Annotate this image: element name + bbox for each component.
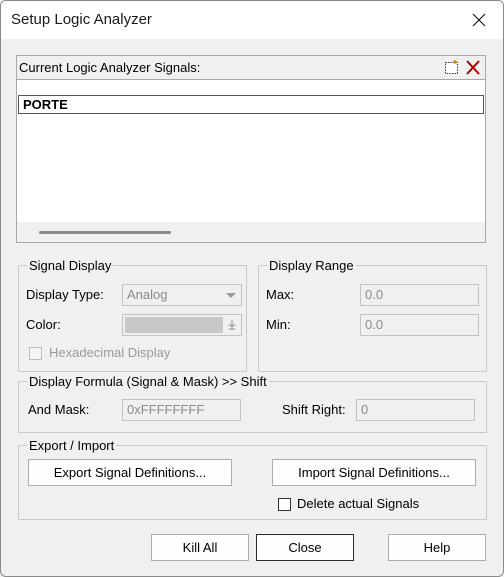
new-signal-icon: [445, 60, 458, 74]
delete-actual-signals-label: Delete actual Signals: [297, 496, 420, 511]
signal-name: PORTE: [23, 97, 68, 112]
color-swatch: [125, 317, 223, 333]
display-type-label: Display Type:: [26, 287, 104, 302]
color-picker[interactable]: [122, 314, 242, 336]
color-label: Color:: [26, 317, 61, 332]
signals-scrollbar-thumb[interactable]: [39, 231, 171, 234]
kill-all-label: Kill All: [182, 540, 218, 555]
title-bar: Setup Logic Analyzer: [1, 1, 503, 39]
chevron-down-icon: [226, 293, 236, 298]
max-input[interactable]: 0.0: [360, 284, 479, 306]
export-button-label: Export Signal Definitions...: [53, 465, 207, 480]
max-value: 0.0: [365, 287, 384, 302]
window-title: Setup Logic Analyzer: [11, 11, 152, 28]
close-label: Close: [288, 540, 322, 555]
max-label: Max:: [266, 287, 295, 302]
and-mask-input[interactable]: 0xFFFFFFFF: [122, 399, 241, 421]
display-formula-legend: Display Formula (Signal & Mask) >> Shift: [27, 374, 269, 389]
min-value: 0.0: [365, 317, 384, 332]
close-window-button[interactable]: [463, 5, 495, 35]
min-input[interactable]: 0.0: [360, 314, 479, 336]
and-mask-label: And Mask:: [28, 402, 90, 417]
shift-right-input[interactable]: 0: [356, 399, 475, 421]
delete-signal-button[interactable]: [464, 59, 482, 76]
min-label: Min:: [266, 317, 291, 332]
and-mask-value: 0xFFFFFFFF: [127, 402, 205, 417]
export-signal-definitions-button[interactable]: Export Signal Definitions...: [28, 459, 232, 486]
signals-panel: Current Logic Analyzer Signals: PORTE: [16, 55, 486, 243]
signals-header-label: Current Logic Analyzer Signals:: [19, 60, 201, 75]
setup-logic-analyzer-dialog: Setup Logic Analyzer Current Logic Analy…: [0, 0, 504, 577]
delete-signal-icon: [466, 60, 480, 75]
hexadecimal-display-label: Hexadecimal Display: [49, 345, 171, 360]
display-type-select[interactable]: Analog: [122, 284, 242, 306]
signal-display-legend: Signal Display: [27, 258, 114, 273]
delete-actual-signals-checkbox[interactable]: [278, 498, 291, 511]
close-icon: [472, 13, 486, 27]
close-button[interactable]: Close: [256, 534, 354, 561]
export-import-legend: Export / Import: [27, 438, 117, 453]
signals-header: Current Logic Analyzer Signals:: [17, 56, 485, 80]
shift-right-value: 0: [361, 402, 369, 417]
display-range-legend: Display Range: [267, 258, 356, 273]
import-button-label: Import Signal Definitions...: [298, 465, 450, 480]
color-dropdown-icon: [228, 320, 236, 330]
new-signal-button[interactable]: [443, 59, 461, 76]
display-type-value: Analog: [127, 287, 168, 302]
help-label: Help: [423, 540, 451, 555]
shift-right-label: Shift Right:: [282, 402, 346, 417]
hexadecimal-display-checkbox[interactable]: [29, 347, 42, 360]
signals-scrollbar[interactable]: [17, 222, 485, 242]
signal-list-item[interactable]: PORTE: [18, 95, 484, 114]
import-signal-definitions-button[interactable]: Import Signal Definitions...: [272, 459, 476, 486]
kill-all-button[interactable]: Kill All: [151, 534, 249, 561]
help-button[interactable]: Help: [388, 534, 486, 561]
